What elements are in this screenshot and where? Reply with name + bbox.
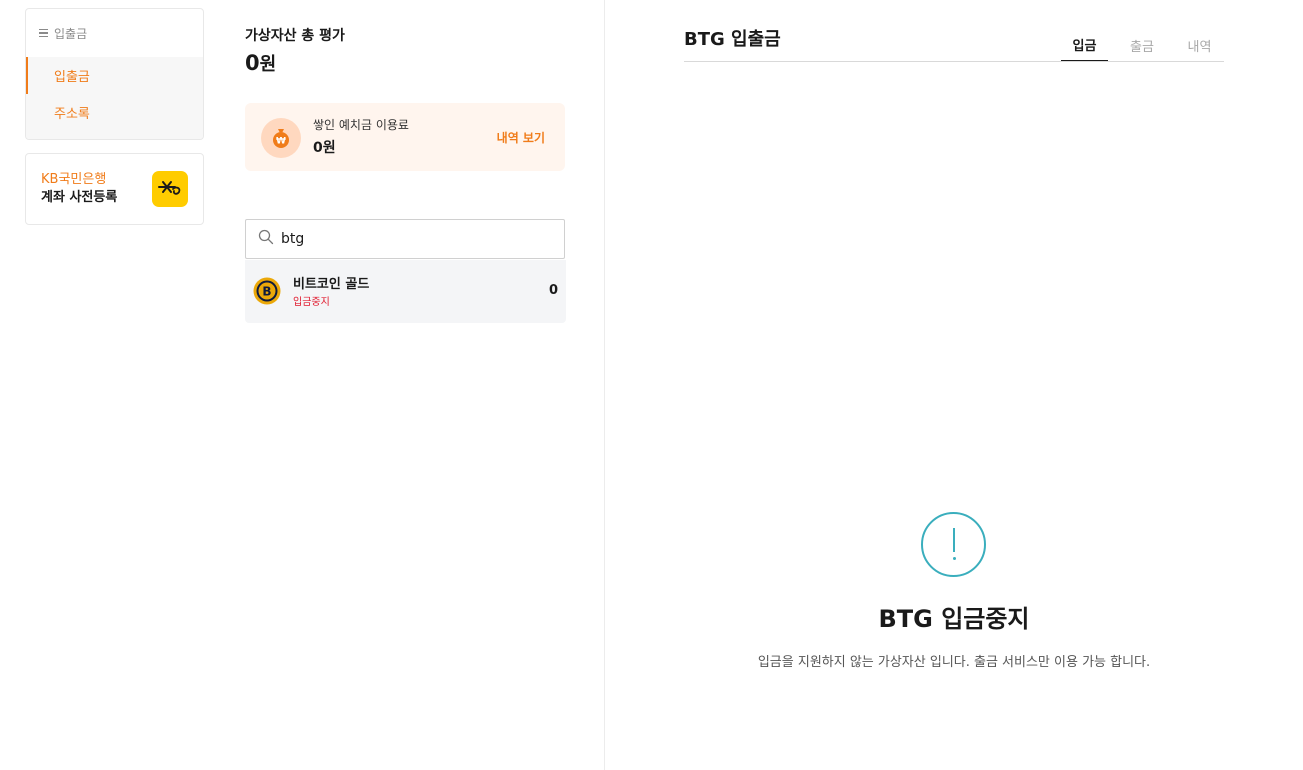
tab-history[interactable]: 내역: [1176, 29, 1223, 62]
deposit-fee-card: ₩ 쌓인 예치금 이용료 0원 내역 보기: [245, 103, 565, 171]
side-nav-header-label: 입출금: [54, 26, 88, 41]
total-asset-value: 0원: [245, 50, 276, 76]
fee-history-link[interactable]: 내역 보기: [497, 129, 545, 146]
search-icon: [258, 229, 274, 249]
coin-search-input[interactable]: [281, 231, 551, 247]
deposit-suspended-description: 입금을 지원하지 않는 가상자산 입니다. 출금 서비스만 이용 가능 합니다.: [757, 655, 1151, 670]
coin-search-box[interactable]: [245, 219, 565, 259]
coin-list-item[interactable]: B 비트코인 골드 입금중지 0: [245, 260, 566, 323]
total-asset-label: 가상자산 총 평가: [245, 28, 345, 44]
sidebar-item-address-book[interactable]: 주소록: [26, 94, 203, 131]
svg-text:₩: ₩: [276, 137, 286, 147]
coin-name: 비트코인 골드: [293, 277, 370, 292]
deposit-suspended-title: BTG 입금중지: [878, 605, 1030, 633]
side-nav: 입출금 입출금 주소록: [25, 8, 204, 140]
panel-divider: [604, 0, 605, 770]
kb-account-register-banner[interactable]: KB국민은행 계좌 사전등록: [25, 153, 204, 225]
svg-text:B: B: [262, 285, 271, 299]
side-nav-header: 입출금: [26, 9, 203, 57]
panel-tabs: 입금 출금 내역: [1061, 29, 1223, 62]
total-asset-unit: 원: [259, 54, 277, 75]
bitcoin-gold-icon: B: [253, 277, 281, 305]
tab-deposit[interactable]: 입금: [1061, 29, 1108, 62]
panel-header-divider: [684, 61, 1224, 62]
money-bag-icon: ₩: [261, 118, 301, 158]
menu-icon: [39, 27, 48, 40]
deposit-fee-value: 0원: [313, 140, 336, 156]
kb-logo-icon: [152, 171, 188, 207]
sidebar-item-label: 주소록: [54, 107, 90, 122]
coin-balance: 0: [548, 283, 558, 298]
exclamation-icon: [921, 512, 986, 577]
sidebar-item-deposit-withdraw[interactable]: 입출금: [26, 57, 203, 94]
coin-deposit-status: 입금중지: [293, 297, 330, 308]
sidebar-item-label: 입출금: [54, 70, 90, 85]
total-asset-number: 0: [245, 51, 260, 75]
side-nav-list: 입출금 주소록: [26, 57, 203, 139]
deposit-fee-label: 쌓인 예치금 이용료: [313, 118, 409, 132]
tab-withdraw[interactable]: 출금: [1108, 29, 1176, 62]
panel-title: BTG 입출금: [684, 29, 781, 50]
